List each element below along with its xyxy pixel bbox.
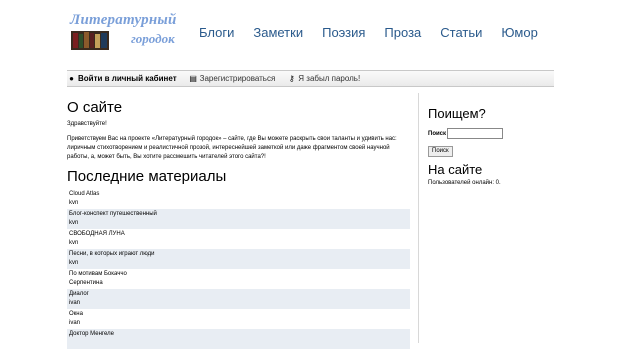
nav-humor[interactable]: Юмор: [501, 25, 537, 40]
item-author[interactable]: kvn: [69, 219, 410, 228]
list-item: Cloud Atlas kvn: [67, 189, 410, 209]
item-title-link[interactable]: Диалог: [69, 290, 410, 299]
logo-line2: городок: [131, 31, 175, 46]
main-nav: Блоги Заметки Поэзия Проза Статьи Юмор: [199, 25, 557, 40]
list-item: СВОБОДНАЯ ЛУНА kvn: [67, 229, 410, 249]
item-author[interactable]: Серпентина: [69, 279, 410, 288]
item-author[interactable]: kvn: [69, 259, 410, 268]
nav-poetry[interactable]: Поэзия: [322, 25, 365, 40]
intro-text: Приветствуем Вас на проекте «Литературны…: [67, 136, 397, 160]
nav-prose[interactable]: Проза: [384, 25, 421, 40]
nav-notes[interactable]: Заметки: [253, 25, 303, 40]
search-input[interactable]: [447, 128, 504, 139]
search-row: Поиск: [428, 128, 548, 139]
list-item: Доктор Менгеле: [67, 329, 410, 349]
nav-blogs[interactable]: Блоги: [199, 25, 234, 40]
online-count-text: Пользователей онлайн: 0.: [428, 180, 501, 186]
list-item: Окна ivan: [67, 309, 410, 329]
about-title: О сайте: [67, 99, 123, 116]
column-divider: [418, 93, 419, 343]
list-item: По мотивам Бокаччо Серпентина: [67, 269, 410, 289]
user-bar: ● Войти в личный кабинет ▤ Зарегистриров…: [67, 71, 554, 86]
item-title-link[interactable]: СВОБОДНАЯ ЛУНА: [69, 230, 410, 239]
key-icon: ⚷: [288, 74, 295, 83]
logo-line1: Литературный: [70, 12, 177, 28]
forgot-label: Я забыл пароль!: [298, 74, 361, 83]
forgot-password-link[interactable]: ⚷ Я забыл пароль!: [287, 74, 360, 83]
list-item: Блог-конспект путешественный kvn: [67, 209, 410, 229]
item-author[interactable]: kvn: [69, 239, 410, 248]
item-author[interactable]: ivan: [69, 319, 410, 328]
item-title-link[interactable]: Песни, в которых играют люди: [69, 250, 410, 259]
online-title: На сайте: [428, 162, 483, 177]
userbar-bottom-border: [67, 86, 554, 87]
books-icon: [71, 31, 109, 50]
item-title-link[interactable]: Доктор Менгеле: [69, 330, 410, 339]
item-author[interactable]: kvn: [69, 199, 410, 208]
site-logo[interactable]: Литературный городок: [68, 12, 178, 52]
register-label: Зарегистрироваться: [199, 74, 276, 83]
item-author[interactable]: ivan: [69, 299, 410, 308]
sidebar: Поищем? Поиск Поиск На сайте Пользовател…: [428, 106, 548, 186]
search-label: Поиск: [428, 130, 447, 137]
item-title-link[interactable]: Cloud Atlas: [69, 190, 410, 199]
nav-articles[interactable]: Статьи: [440, 25, 482, 40]
list-item: Диалог ivan: [67, 289, 410, 309]
list-item: Песни, в которых играют люди kvn: [67, 249, 410, 269]
greeting-text: Здравствуйте!: [67, 121, 107, 127]
item-title-link[interactable]: По мотивам Бокаччо: [69, 270, 410, 279]
login-link[interactable]: ● Войти в личный кабинет: [67, 74, 177, 83]
register-link[interactable]: ▤ Зарегистрироваться: [189, 74, 276, 83]
latest-materials-list: Cloud Atlas kvn Блог-конспект путешестве…: [67, 189, 410, 349]
search-button[interactable]: Поиск: [428, 145, 453, 157]
login-label: Войти в личный кабинет: [78, 74, 177, 83]
register-icon: ▤: [189, 74, 197, 83]
search-title: Поищем?: [428, 106, 486, 121]
user-icon: ●: [69, 74, 74, 83]
main-content: О сайте Здравствуйте! Приветствуем Вас н…: [67, 99, 410, 349]
item-title-link[interactable]: Окна: [69, 310, 410, 319]
latest-materials-title: Последние материалы: [67, 168, 227, 185]
item-title-link[interactable]: Блог-конспект путешественный: [69, 210, 410, 219]
